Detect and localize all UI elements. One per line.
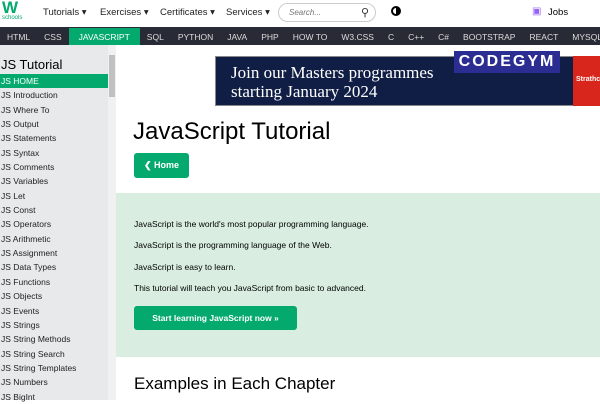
- nav-html[interactable]: HTML: [0, 28, 37, 45]
- nav-csharp[interactable]: C#: [431, 28, 456, 45]
- start-learning-button[interactable]: Start learning JavaScript now »: [134, 306, 297, 330]
- search-input[interactable]: Search... ⚲: [278, 3, 376, 22]
- nav-w3css[interactable]: W3.CSS: [334, 28, 381, 45]
- sidebar-item[interactable]: JS String Search: [0, 347, 108, 361]
- sidebar-item[interactable]: JS Variables: [0, 174, 108, 188]
- nav-cpp[interactable]: C++: [401, 28, 431, 45]
- top-bar: Wschools Tutorials ▾ Exercises ▾ Certifi…: [0, 0, 600, 27]
- sidebar-item[interactable]: JS Output: [0, 117, 108, 131]
- menu-certificates[interactable]: Certificates ▾: [160, 7, 215, 18]
- sidebar-item[interactable]: JS Const: [0, 203, 108, 217]
- nav-java[interactable]: JAVA: [220, 28, 254, 45]
- strathclyde-logo: Strathclyde: [573, 56, 600, 106]
- w3schools-logo[interactable]: Wschools: [2, 0, 26, 25]
- sidebar-item[interactable]: JS Operators: [0, 217, 108, 231]
- sidebar-item[interactable]: JS Strings: [0, 318, 108, 332]
- sidebar-title: JS Tutorial: [1, 57, 63, 72]
- page-title: JavaScript Tutorial: [133, 118, 331, 145]
- sidebar-item[interactable]: JS Data Types: [0, 260, 108, 274]
- codegym-logo: CODEGYM: [454, 51, 560, 73]
- sidebar-item[interactable]: JS HOME: [0, 74, 108, 89]
- sidebar-item[interactable]: JS Arithmetic: [0, 232, 108, 246]
- nav-mysql[interactable]: MYSQL: [565, 28, 600, 45]
- nav-react[interactable]: REACT: [522, 28, 565, 45]
- nav-sql[interactable]: SQL: [140, 28, 171, 45]
- sidebar-item[interactable]: JS String Methods: [0, 332, 108, 346]
- sidebar-item[interactable]: JS Functions: [0, 275, 108, 289]
- nav-javascript[interactable]: JAVASCRIPT: [68, 28, 140, 45]
- nav-bootstrap[interactable]: BOOTSTRAP: [456, 28, 522, 45]
- sidebar-item[interactable]: JS Comments: [0, 160, 108, 174]
- sidebar-item[interactable]: JS Let: [0, 189, 108, 203]
- jobs-link[interactable]: Jobs: [548, 7, 568, 18]
- nav-c[interactable]: C: [381, 28, 401, 45]
- sidebar-scrollbar[interactable]: [108, 45, 116, 400]
- sidebar-item[interactable]: JS Syntax: [0, 146, 108, 160]
- nav-howto[interactable]: HOW TO: [286, 28, 335, 45]
- menu-tutorials[interactable]: Tutorials ▾: [43, 7, 86, 18]
- menu-services[interactable]: Services ▾: [226, 7, 270, 18]
- menu-exercises[interactable]: Exercises ▾: [100, 7, 149, 18]
- search-icon[interactable]: ⚲: [361, 6, 369, 19]
- sidebar-item[interactable]: JS Where To: [0, 103, 108, 117]
- section-title: Examples in Each Chapter: [134, 374, 336, 393]
- sidebar-item[interactable]: JS Numbers: [0, 375, 108, 389]
- home-button[interactable]: ❮ Home: [134, 153, 189, 178]
- sidebar-item[interactable]: JS Objects: [0, 289, 108, 303]
- scrollbar-thumb[interactable]: [109, 55, 115, 97]
- sidebar: JS Tutorial JS HOME JS Introduction JS Whe…: [0, 45, 108, 402]
- sidebar-item[interactable]: JS Introduction: [0, 88, 108, 102]
- sidebar-item[interactable]: JS String Templates: [0, 361, 108, 375]
- nav-python[interactable]: PYTHON: [171, 28, 220, 45]
- sidebar-item[interactable]: JS Statements: [0, 131, 108, 145]
- nav-php[interactable]: PHP: [254, 28, 285, 45]
- sidebar-item[interactable]: JS Events: [0, 304, 108, 318]
- contrast-toggle-icon[interactable]: [391, 6, 401, 16]
- briefcase-icon: ▣: [532, 6, 542, 17]
- topic-nav: HTML CSS JAVASCRIPT SQL PYTHON JAVA PHP HOW TO W…: [0, 27, 600, 45]
- sidebar-item[interactable]: JS Assignment: [0, 246, 108, 260]
- intro-section: JavaScript is the world's most popular p…: [116, 193, 600, 357]
- sidebar-item[interactable]: JS BigInt: [0, 390, 108, 404]
- nav-css[interactable]: CSS: [37, 28, 68, 45]
